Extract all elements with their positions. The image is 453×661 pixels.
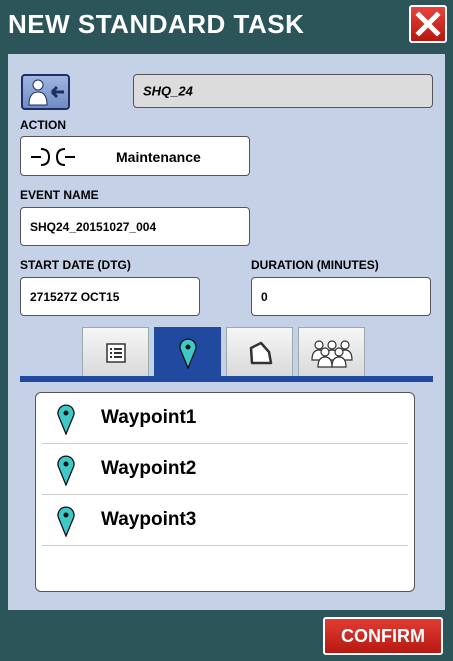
task-form-panel: SHQ_24 ACTION Maintenance EVENT NAME SHQ…	[8, 54, 445, 610]
event-name-value: SHQ24_20151027_004	[30, 219, 157, 234]
list-item-waypoint-2[interactable]: Waypoint2	[42, 444, 408, 495]
start-date-input[interactable]: 271527Z OCT15	[20, 277, 200, 316]
start-date-label: START DATE (DTG)	[20, 258, 131, 272]
tab-group[interactable]	[298, 327, 365, 377]
assigned-unit-field: SHQ_24	[133, 74, 433, 108]
assigned-unit-value: SHQ_24	[143, 83, 193, 99]
waypoint-list[interactable]: Waypoint1 Waypoint2 Waypoint3	[35, 392, 415, 592]
dialog-title: NEW STANDARD TASK	[8, 9, 305, 39]
assign-user-button[interactable]	[21, 74, 70, 110]
new-standard-task-dialog: NEW STANDARD TASK SHQ_24 ACTION Maintena…	[0, 0, 453, 661]
start-date-value: 271527Z OCT15	[30, 289, 120, 304]
action-value: Maintenance	[116, 149, 201, 165]
map-pin-icon	[57, 506, 75, 537]
action-selector[interactable]: Maintenance	[20, 136, 250, 176]
tab-underline	[20, 376, 433, 382]
maintenance-connector-icon	[31, 148, 75, 166]
duration-label: DURATION (MINUTES)	[251, 258, 379, 272]
waypoint-label: Waypoint2	[101, 458, 197, 479]
tab-waypoints[interactable]	[154, 327, 221, 377]
area-polygon-icon	[249, 341, 272, 364]
event-name-input[interactable]: SHQ24_20151027_004	[20, 207, 250, 246]
tab-list[interactable]	[82, 327, 149, 377]
list-item-waypoint-3[interactable]: Waypoint3	[42, 495, 408, 546]
map-pin-icon	[178, 338, 197, 369]
event-name-label: EVENT NAME	[20, 188, 99, 202]
close-button[interactable]	[409, 5, 447, 43]
duration-value: 0	[261, 289, 268, 304]
user-assign-icon	[27, 79, 64, 106]
list-icon	[105, 342, 126, 363]
list-item-waypoint-1[interactable]: Waypoint1	[42, 393, 408, 444]
duration-input[interactable]: 0	[251, 277, 431, 316]
map-pin-icon	[57, 455, 75, 486]
confirm-button[interactable]: CONFIRM	[323, 617, 443, 655]
waypoint-label: Waypoint1	[101, 407, 197, 428]
action-label: ACTION	[20, 118, 66, 132]
close-x-icon	[415, 11, 441, 37]
waypoint-label: Waypoint3	[101, 509, 197, 530]
group-icon	[310, 339, 353, 368]
tab-area[interactable]	[226, 327, 293, 377]
map-pin-icon	[57, 404, 75, 435]
